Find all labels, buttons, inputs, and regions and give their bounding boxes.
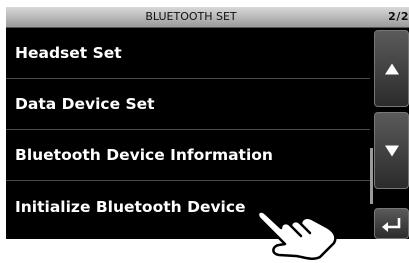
page-indicator: 2/2 (388, 10, 409, 23)
device-screen: BLUETOOTH SET 2/2 Headset Set Data Devic… (6, 7, 409, 239)
triangle-up-icon (384, 63, 399, 74)
scrollbar-indicator[interactable] (370, 148, 373, 204)
return-arrow-icon (382, 218, 401, 232)
screen-title: BLUETOOTH SET (145, 10, 237, 23)
menu-item-label: Bluetooth Device Information (15, 146, 273, 164)
scroll-sidebar (370, 28, 409, 239)
menu-item-headset-set[interactable]: Headset Set (6, 28, 370, 79)
title-bar: BLUETOOTH SET 2/2 (6, 7, 409, 28)
menu-item-label: Initialize Bluetooth Device (15, 197, 246, 216)
triangle-down-icon (384, 145, 399, 156)
menu-item-label: Data Device Set (15, 95, 155, 113)
menu-item-device-information[interactable]: Bluetooth Device Information (6, 130, 370, 181)
menu-item-data-device-set[interactable]: Data Device Set (6, 79, 370, 130)
scroll-up-button[interactable] (374, 30, 409, 107)
scroll-down-button[interactable] (374, 112, 409, 189)
pointing-hand-icon (256, 210, 337, 260)
menu-item-label: Headset Set (15, 44, 122, 62)
back-button[interactable] (374, 208, 409, 239)
